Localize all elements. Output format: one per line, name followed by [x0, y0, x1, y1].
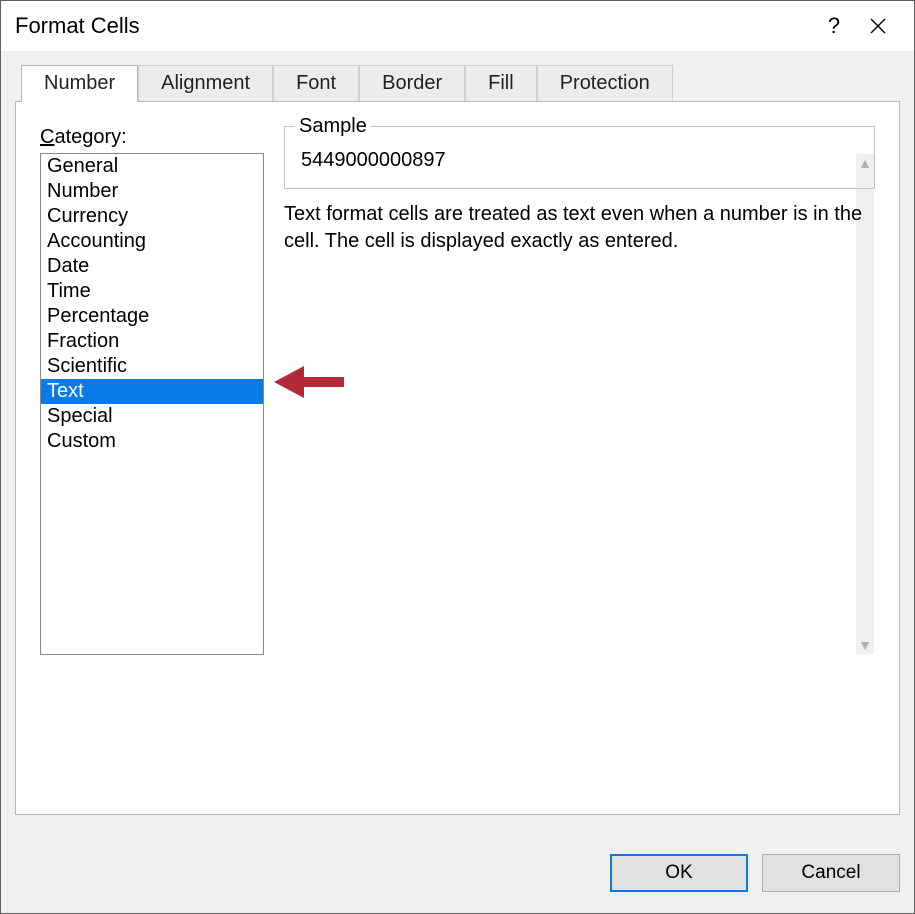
tab-alignment[interactable]: Alignment [138, 65, 273, 102]
category-item-number[interactable]: Number [41, 179, 263, 204]
scroll-down-icon: ▼ [856, 638, 874, 652]
format-cells-dialog: Format Cells ? Number Alignment Font Bor… [0, 0, 915, 914]
category-item-scientific[interactable]: Scientific [41, 354, 263, 379]
tab-number[interactable]: Number [21, 65, 138, 102]
sample-value: 5449000000897 [301, 149, 860, 172]
close-button[interactable] [856, 17, 900, 35]
close-icon [869, 17, 887, 35]
category-item-custom[interactable]: Custom [41, 429, 263, 454]
category-item-fraction[interactable]: Fraction [41, 329, 263, 354]
tab-panel-number: Category: GeneralNumberCurrencyAccountin… [15, 101, 900, 815]
category-item-date[interactable]: Date [41, 254, 263, 279]
category-item-percentage[interactable]: Percentage [41, 304, 263, 329]
category-item-accounting[interactable]: Accounting [41, 229, 263, 254]
tab-border[interactable]: Border [359, 65, 465, 102]
format-description: Text format cells are treated as text ev… [284, 201, 875, 255]
dialog-footer: OK Cancel [1, 833, 914, 913]
category-item-general[interactable]: General [41, 154, 263, 179]
tab-strip: Number Alignment Font Border Fill Protec… [21, 65, 900, 102]
sample-legend: Sample [295, 115, 371, 138]
category-item-special[interactable]: Special [41, 404, 263, 429]
cancel-button[interactable]: Cancel [762, 854, 900, 892]
category-item-text[interactable]: Text [41, 379, 263, 404]
category-item-time[interactable]: Time [41, 279, 263, 304]
category-label: Category: [40, 126, 127, 149]
tab-font[interactable]: Font [273, 65, 359, 102]
tab-protection[interactable]: Protection [537, 65, 673, 102]
help-button[interactable]: ? [812, 13, 856, 39]
dialog-title: Format Cells [15, 13, 812, 39]
sample-group: Sample 5449000000897 [284, 126, 875, 189]
dialog-content: Number Alignment Font Border Fill Protec… [1, 51, 914, 833]
category-item-currency[interactable]: Currency [41, 204, 263, 229]
category-listbox[interactable]: GeneralNumberCurrencyAccountingDateTimeP… [40, 153, 264, 655]
ok-button[interactable]: OK [610, 854, 748, 892]
tab-fill[interactable]: Fill [465, 65, 537, 102]
titlebar: Format Cells ? [1, 1, 914, 51]
